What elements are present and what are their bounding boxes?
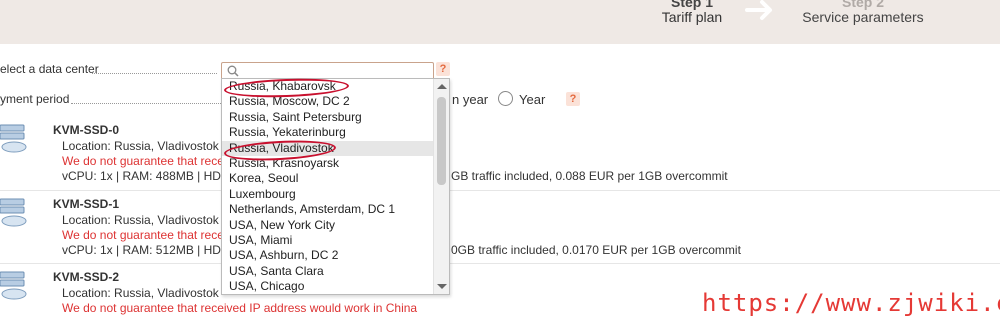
datacenter-option[interactable]: USA, Santa Clara — [222, 264, 433, 279]
server-icon — [0, 271, 27, 300]
scroll-down-icon[interactable] — [437, 284, 447, 289]
step-2: Step 2 Service parameters — [798, 0, 928, 25]
plan-traffic: 0GB traffic included, 0.0170 EUR per 1GB… — [451, 243, 741, 257]
plan-name: KVM-SSD-2 — [53, 270, 120, 284]
scrollbar-thumb[interactable] — [437, 97, 446, 185]
plan-spec: vCPU: 1x | RAM: 512MB | HDD — [62, 243, 230, 257]
payment-period-label: yment period — [0, 92, 70, 106]
datacenter-leader-dots — [92, 73, 217, 74]
plan-spec: vCPU: 1x | RAM: 488MB | HDD — [62, 169, 230, 183]
period-leader-dots — [71, 103, 221, 104]
plan-warning: We do not guarantee that receiv — [62, 228, 233, 242]
datacenter-option[interactable]: Luxembourg — [222, 187, 433, 202]
wizard-header: Step 1 Tariff plan Step 2 Service parame… — [0, 0, 1000, 44]
datacenter-option[interactable]: USA, Chicago — [222, 279, 433, 294]
step-1: Step 1 Tariff plan — [650, 0, 734, 25]
datacenter-dropdown[interactable]: Russia, Khabarovsk Russia, Moscow, DC 2 … — [221, 78, 450, 295]
plan-name: KVM-SSD-0 — [53, 123, 120, 137]
period-year-radio[interactable] — [498, 91, 513, 106]
period-option-half-year-label: n year — [452, 92, 489, 107]
search-icon — [227, 65, 239, 77]
step-1-label: Tariff plan — [661, 9, 723, 25]
scroll-up-icon[interactable] — [437, 84, 447, 89]
plan-location: Location: Russia, Vladivostok — [62, 213, 219, 227]
datacenter-option[interactable]: Russia, Saint Petersburg — [222, 110, 433, 125]
plan-warning: We do not guarantee that receiv — [62, 154, 233, 168]
plan-name: KVM-SSD-1 — [53, 197, 120, 211]
plan-warning: We do not guarantee that received IP add… — [62, 301, 418, 315]
datacenter-help-icon[interactable]: ? — [436, 62, 450, 76]
datacenter-option[interactable]: Netherlands, Amsterdam, DC 1 — [222, 202, 433, 217]
datacenter-option[interactable]: USA, Miami — [222, 233, 433, 248]
period-option-year-label: Year — [519, 92, 546, 107]
dropdown-scrollbar[interactable] — [433, 79, 449, 294]
watermark-text: https://www.zjwiki.com — [702, 289, 1000, 317]
datacenter-options: Russia, Khabarovsk Russia, Moscow, DC 2 … — [222, 79, 433, 294]
plan-location: Location: Russia, Vladivostok — [62, 139, 219, 153]
plan-divider — [0, 263, 1000, 264]
datacenter-option[interactable]: Russia, Yekaterinburg — [222, 125, 433, 140]
datacenter-option[interactable]: Korea, Seoul — [222, 171, 433, 186]
plan-location: Location: Russia, Vladivostok — [62, 286, 219, 300]
datacenter-option[interactable]: USA, Ashburn, DC 2 — [222, 248, 433, 263]
server-icon — [0, 198, 27, 227]
step-2-label: Service parameters — [802, 9, 924, 25]
period-help-icon[interactable]: ? — [566, 92, 580, 106]
datacenter-option[interactable]: USA, New York City — [222, 218, 433, 233]
datacenter-label: elect a data center — [0, 62, 99, 76]
plan-divider — [0, 190, 1000, 191]
step-arrow-icon — [745, 0, 772, 20]
plan-traffic: GB traffic included, 0.088 EUR per 1GB o… — [451, 169, 728, 183]
server-icon — [0, 124, 27, 153]
